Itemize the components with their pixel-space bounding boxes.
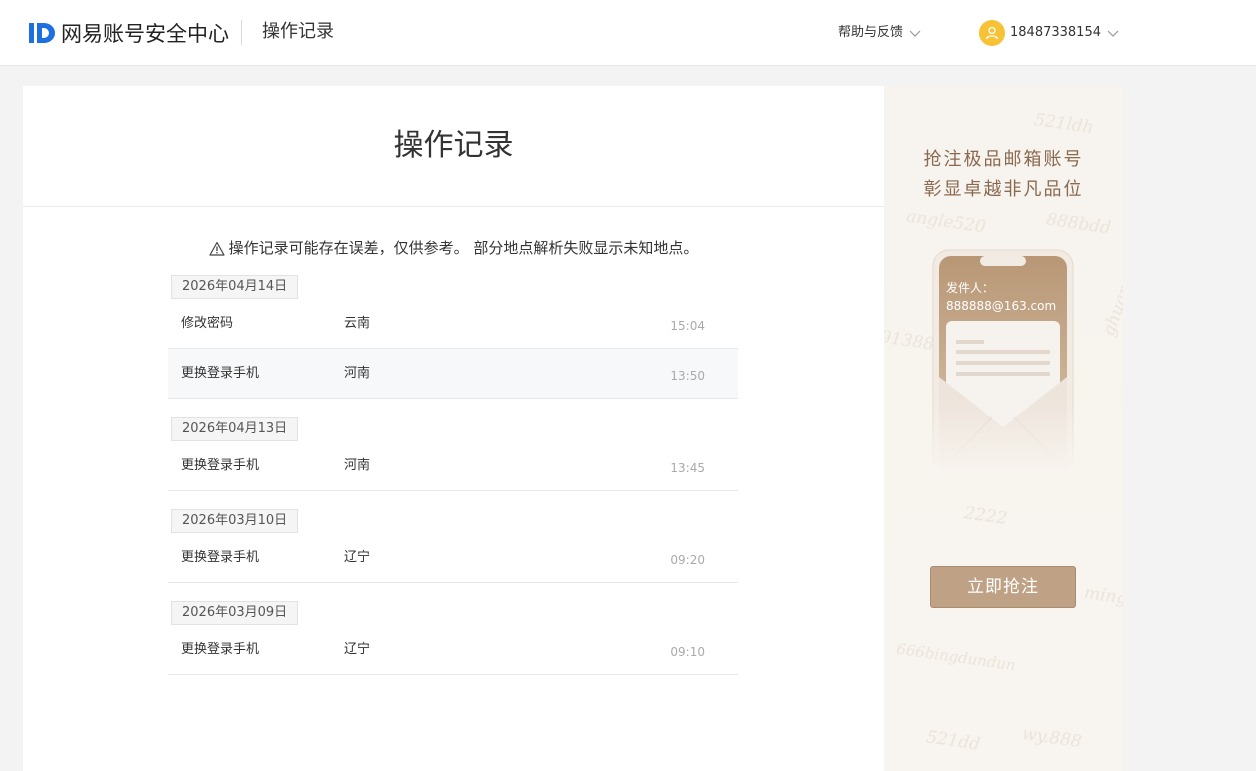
- logo-text: 网易账号安全中心: [61, 22, 229, 46]
- table-row: 更换登录手机 河南 13:45: [168, 441, 738, 491]
- watermark-text: 666bingdundun: [895, 639, 1017, 675]
- location-label: 河南: [344, 458, 371, 473]
- time-label: 09:10: [670, 645, 705, 659]
- location-label: 云南: [344, 316, 371, 331]
- record-group: 2026年03月09日 更换登录手机 辽宁 09:10: [168, 600, 738, 675]
- help-feedback-label: 帮助与反馈: [838, 25, 904, 40]
- record-group: 2026年03月10日 更换登录手机 辽宁 09:20: [168, 508, 738, 583]
- operation-label: 更换登录手机: [181, 550, 260, 565]
- register-now-button[interactable]: 立即抢注: [930, 566, 1076, 608]
- location-label: 辽宁: [344, 642, 371, 657]
- notice: 操作记录可能存在误差，仅供参考。 部分地点解析失败显示未知地点。: [23, 238, 884, 258]
- sender-label: 发件人：: [946, 281, 995, 295]
- operation-label: 更换登录手机: [181, 642, 260, 657]
- time-label: 13:45: [670, 461, 705, 475]
- operation-label: 更换登录手机: [181, 366, 260, 381]
- table-row: 更换登录手机 辽宁 09:10: [168, 625, 738, 675]
- table-row: 修改密码 云南 15:04: [168, 299, 738, 349]
- watermark-text: angle520: [904, 206, 987, 238]
- user-phone: 18487338154: [1010, 25, 1101, 40]
- table-row: 更换登录手机 辽宁 09:20: [168, 533, 738, 583]
- table-row: 更换登录手机 河南 13:50: [168, 349, 738, 399]
- location-label: 辽宁: [344, 550, 371, 565]
- page-title: 操作记录: [393, 128, 514, 163]
- date-tag: 2026年03月10日: [171, 509, 299, 533]
- operation-label: 更换登录手机: [181, 458, 260, 473]
- watermark-text: 521dd: [924, 727, 982, 755]
- header-divider: [241, 20, 242, 45]
- phone-illustration: 发件人： 888888@163.com: [932, 249, 1074, 474]
- time-label: 13:50: [670, 369, 705, 383]
- notice-text: 操作记录可能存在误差，仅供参考。 部分地点解析失败显示未知地点。: [228, 239, 699, 257]
- help-feedback-menu[interactable]: 帮助与反馈: [838, 24, 921, 42]
- watermark-text: ming: [1082, 583, 1123, 609]
- record-group: 2026年04月13日 更换登录手机 河南 13:45: [168, 416, 738, 491]
- title-divider: [23, 206, 884, 207]
- watermark-text: 521ldh: [1032, 109, 1095, 139]
- records-list: 2026年04月14日 修改密码 云南 15:04 更换登录手机 河南 13:5…: [168, 274, 738, 675]
- date-tag: 2026年03月09日: [171, 601, 299, 625]
- sender-email: 888888@163.com: [946, 299, 1057, 313]
- time-label: 09:20: [670, 553, 705, 567]
- header-title: 操作记录: [262, 21, 334, 42]
- promo-headline: 抢注极品邮箱账号: [923, 149, 1084, 170]
- time-label: 15:04: [670, 319, 705, 333]
- logo[interactable]: 网易账号安全中心: [28, 19, 229, 47]
- watermark-text: 91388: [884, 327, 936, 355]
- watermark-text: wy.888: [1020, 723, 1083, 753]
- user-icon: [985, 26, 999, 40]
- date-tag: 2026年04月14日: [171, 275, 299, 299]
- promo-subline: 彰显卓越非凡品位: [923, 179, 1084, 200]
- user-menu[interactable]: 18487338154: [979, 20, 1119, 46]
- record-group: 2026年04月14日 修改密码 云南 15:04 更换登录手机 河南 13:5…: [168, 274, 738, 399]
- chevron-down-icon: [1107, 30, 1119, 37]
- netease-id-logo-icon: [29, 23, 55, 43]
- watermark-text: ghuangs: [1098, 263, 1123, 339]
- location-label: 河南: [344, 366, 371, 381]
- warning-icon: [209, 241, 225, 256]
- email-promo-banner[interactable]: 521ldh angle520 888bdd 91388 2222 666bin…: [884, 86, 1123, 771]
- watermark-text: 888bdd: [1044, 209, 1113, 239]
- date-tag: 2026年04月13日: [171, 417, 299, 441]
- operation-label: 修改密码: [181, 316, 234, 331]
- top-header: 网易账号安全中心 操作记录 帮助与反馈 18487338154: [0, 0, 1256, 66]
- chevron-down-icon: [909, 30, 921, 37]
- watermark-text: 2222: [962, 503, 1009, 529]
- avatar: [979, 20, 1005, 46]
- records-card: 操作记录 操作记录可能存在误差，仅供参考。 部分地点解析失败显示未知地点。 20…: [23, 86, 884, 771]
